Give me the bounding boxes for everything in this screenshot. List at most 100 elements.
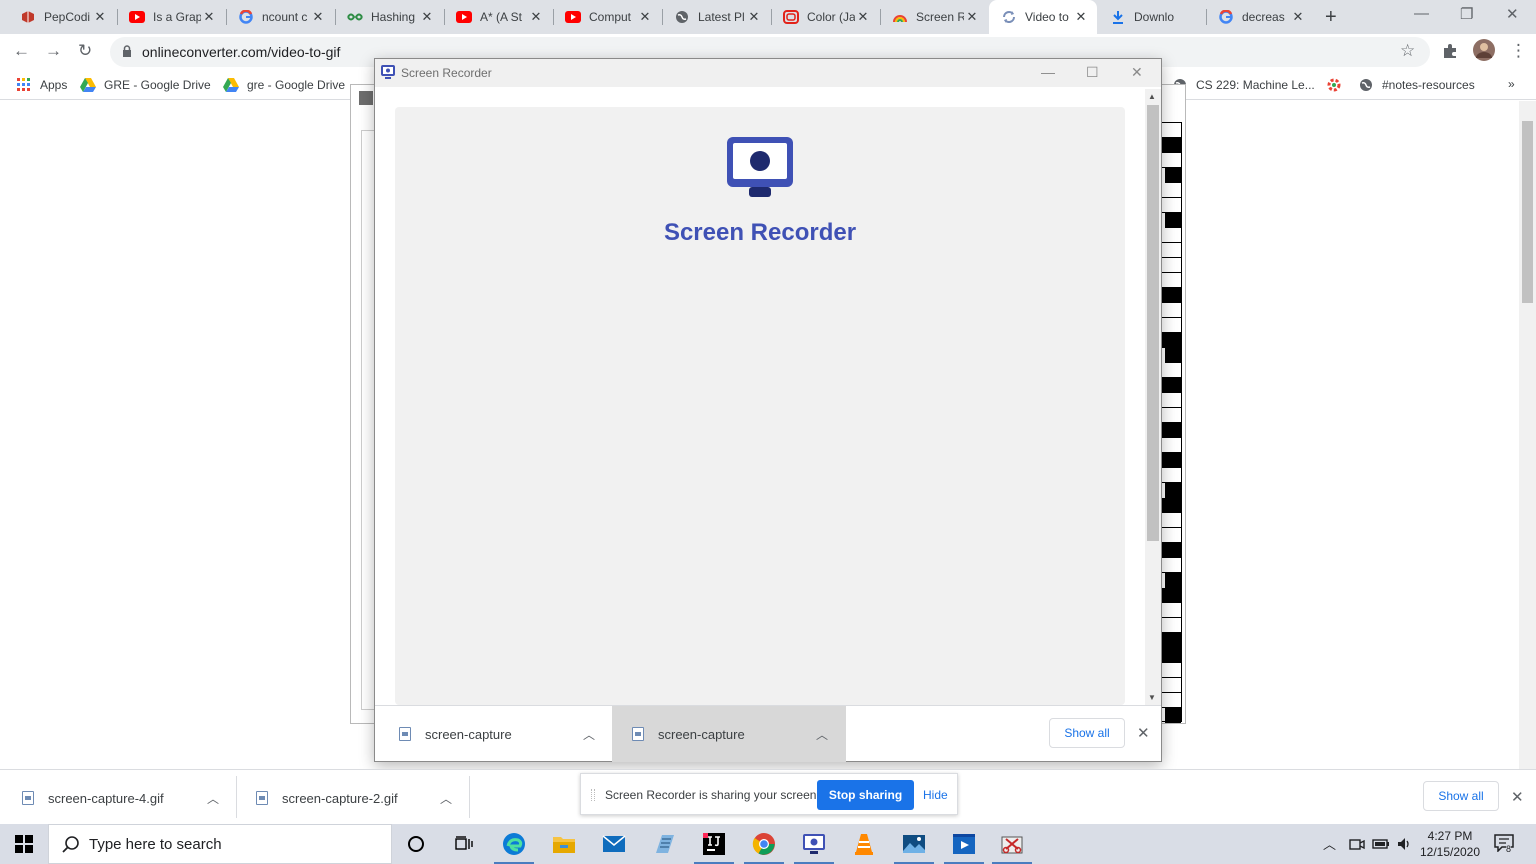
apps-grid-icon bbox=[16, 77, 32, 93]
scroll-up-arrow-icon[interactable]: ▲ bbox=[1148, 92, 1156, 101]
back-icon[interactable]: ← bbox=[13, 41, 30, 61]
show-all-button[interactable]: Show all bbox=[1049, 718, 1125, 748]
recorder-scrollbar[interactable]: ▲ ▼ bbox=[1145, 89, 1161, 705]
taskbar-media-player[interactable] bbox=[940, 824, 988, 864]
bookmark-cs229[interactable]: CS 229: Machine Le... bbox=[1172, 77, 1315, 93]
checker-cell bbox=[1161, 393, 1181, 408]
tab-count[interactable]: ncount c ✕ bbox=[226, 0, 334, 34]
scroll-down-arrow-icon[interactable]: ▼ bbox=[1148, 693, 1156, 702]
close-tab-icon[interactable]: ✕ bbox=[964, 9, 980, 25]
checker-cell bbox=[1161, 528, 1181, 543]
url-text: onlineconverter.com/video-to-gif bbox=[142, 44, 341, 60]
checker-cell bbox=[1161, 513, 1181, 528]
taskbar-chrome[interactable] bbox=[740, 824, 788, 864]
minimize-icon[interactable]: — bbox=[1414, 5, 1429, 22]
drag-handle[interactable] bbox=[591, 789, 595, 801]
volume-icon[interactable] bbox=[1396, 836, 1412, 852]
tab-computer[interactable]: Comput ✕ bbox=[553, 0, 661, 34]
close-shelf-icon[interactable]: ✕ bbox=[1511, 788, 1524, 806]
download-item[interactable]: screen-capture-2.gif ︿ bbox=[236, 770, 468, 826]
tab-a-star[interactable]: A* (A St ✕ bbox=[444, 0, 552, 34]
menu-kebab-icon[interactable]: ⋮ bbox=[1510, 41, 1527, 61]
show-all-button[interactable]: Show all bbox=[1423, 781, 1499, 811]
taskbar-vlc[interactable] bbox=[840, 824, 888, 864]
taskbar-notepad[interactable] bbox=[640, 824, 688, 864]
page-scrollbar-thumb[interactable] bbox=[1522, 121, 1533, 303]
download-item-selected[interactable]: screen-capture ︿ bbox=[612, 706, 846, 762]
windows-logo-icon bbox=[15, 835, 33, 853]
taskbar-mail[interactable] bbox=[590, 824, 638, 864]
profile-avatar[interactable] bbox=[1472, 38, 1496, 62]
tab-hashing[interactable]: Hashing ✕ bbox=[335, 0, 443, 34]
hide-button[interactable]: Hide bbox=[923, 788, 948, 802]
taskbar-screen-recorder[interactable] bbox=[790, 824, 838, 864]
close-tab-icon[interactable]: ✕ bbox=[92, 9, 108, 25]
taskbar-file-explorer[interactable] bbox=[540, 824, 588, 864]
checker-cell bbox=[1161, 558, 1181, 573]
tab-is-a-graph[interactable]: Is a Grap ✕ bbox=[117, 0, 225, 34]
close-tab-icon[interactable]: ✕ bbox=[637, 9, 653, 25]
close-tab-icon[interactable]: ✕ bbox=[419, 9, 435, 25]
taskbar-edge[interactable] bbox=[490, 824, 538, 864]
meet-now-icon[interactable] bbox=[1349, 836, 1365, 852]
tab-color[interactable]: Color (Ja ✕ bbox=[771, 0, 879, 34]
close-tab-icon[interactable]: ✕ bbox=[528, 9, 544, 25]
app-heading: Screen Recorder bbox=[663, 219, 857, 246]
new-tab-button[interactable]: + bbox=[1325, 6, 1337, 29]
tab-latest[interactable]: Latest Pl ✕ bbox=[662, 0, 770, 34]
task-view-button[interactable] bbox=[440, 824, 488, 864]
forward-icon[interactable]: → bbox=[45, 41, 62, 61]
tab-downloads[interactable]: Downlo bbox=[1098, 0, 1206, 34]
checker-cell bbox=[1161, 288, 1181, 303]
minimize-icon[interactable]: — bbox=[1041, 64, 1055, 80]
reload-icon[interactable]: ↻ bbox=[78, 41, 92, 61]
download-item[interactable]: screen-capture-4.gif ︿ bbox=[0, 770, 234, 826]
taskbar-photos[interactable] bbox=[890, 824, 938, 864]
restore-icon[interactable]: ❐ bbox=[1460, 5, 1473, 23]
system-clock[interactable]: 4:27 PM 12/15/2020 bbox=[1418, 828, 1482, 860]
close-tab-icon[interactable]: ✕ bbox=[855, 9, 871, 25]
close-tab-icon[interactable]: ✕ bbox=[1073, 9, 1089, 25]
cortana-button[interactable] bbox=[392, 824, 440, 864]
tab-video-to-gif[interactable]: Video to ✕ bbox=[989, 0, 1097, 34]
tab-decrease[interactable]: decreas ✕ bbox=[1206, 0, 1314, 34]
tab-screen-recorder[interactable]: Screen R ✕ bbox=[880, 0, 988, 34]
bookmark-gre-drive[interactable]: GRE - Google Drive bbox=[80, 77, 211, 93]
screen-recorder-logo-icon bbox=[727, 137, 793, 197]
taskbar-search-input[interactable]: Type here to search bbox=[48, 824, 392, 864]
tab-pepcoding[interactable]: PepCodi ✕ bbox=[8, 0, 116, 34]
globe-icon bbox=[1358, 77, 1374, 93]
taskbar-intellij[interactable] bbox=[690, 824, 738, 864]
checker-cell bbox=[1161, 138, 1181, 153]
bookmarks-overflow-button[interactable]: » bbox=[1508, 77, 1515, 91]
close-shelf-icon[interactable]: ✕ bbox=[1137, 724, 1150, 742]
close-tab-icon[interactable]: ✕ bbox=[1290, 9, 1306, 25]
bookmark-star-icon[interactable]: ☆ bbox=[1400, 41, 1415, 61]
chevron-up-icon[interactable]: ︿ bbox=[583, 726, 595, 743]
bookmark-gre-drive-2[interactable]: gre - Google Drive bbox=[223, 77, 345, 93]
page-scrollbar[interactable] bbox=[1519, 101, 1536, 769]
maximize-icon[interactable]: ☐ bbox=[1086, 64, 1099, 81]
action-center-button[interactable]: 8 bbox=[1494, 834, 1518, 856]
download-item[interactable]: screen-capture ︿ bbox=[375, 706, 607, 762]
chevron-up-icon[interactable]: ︿ bbox=[440, 790, 452, 807]
checker-cell bbox=[1161, 228, 1181, 243]
pepcoding-icon bbox=[20, 9, 36, 25]
close-tab-icon[interactable]: ✕ bbox=[310, 9, 326, 25]
extensions-puzzle-icon[interactable] bbox=[1441, 42, 1459, 60]
close-window-icon[interactable]: ✕ bbox=[1506, 5, 1519, 23]
bookmark-apps[interactable]: Apps bbox=[16, 77, 67, 93]
taskbar-snipping-tool[interactable] bbox=[988, 824, 1036, 864]
bookmark-notes-resources[interactable]: #notes-resources bbox=[1358, 77, 1475, 93]
chevron-up-icon[interactable]: ︿ bbox=[816, 726, 828, 743]
start-button[interactable] bbox=[0, 824, 48, 864]
close-icon[interactable]: ✕ bbox=[1131, 64, 1143, 81]
close-tab-icon[interactable]: ✕ bbox=[746, 9, 762, 25]
stop-sharing-button[interactable]: Stop sharing bbox=[817, 780, 914, 810]
close-tab-icon[interactable]: ✕ bbox=[201, 9, 217, 25]
bookmark-colorful-gear[interactable] bbox=[1326, 77, 1350, 93]
show-hidden-icons-chevron-icon[interactable]: ︿ bbox=[1323, 834, 1336, 853]
recorder-scrollbar-thumb[interactable] bbox=[1147, 105, 1159, 541]
chevron-up-icon[interactable]: ︿ bbox=[207, 790, 219, 807]
battery-icon[interactable] bbox=[1372, 837, 1390, 851]
